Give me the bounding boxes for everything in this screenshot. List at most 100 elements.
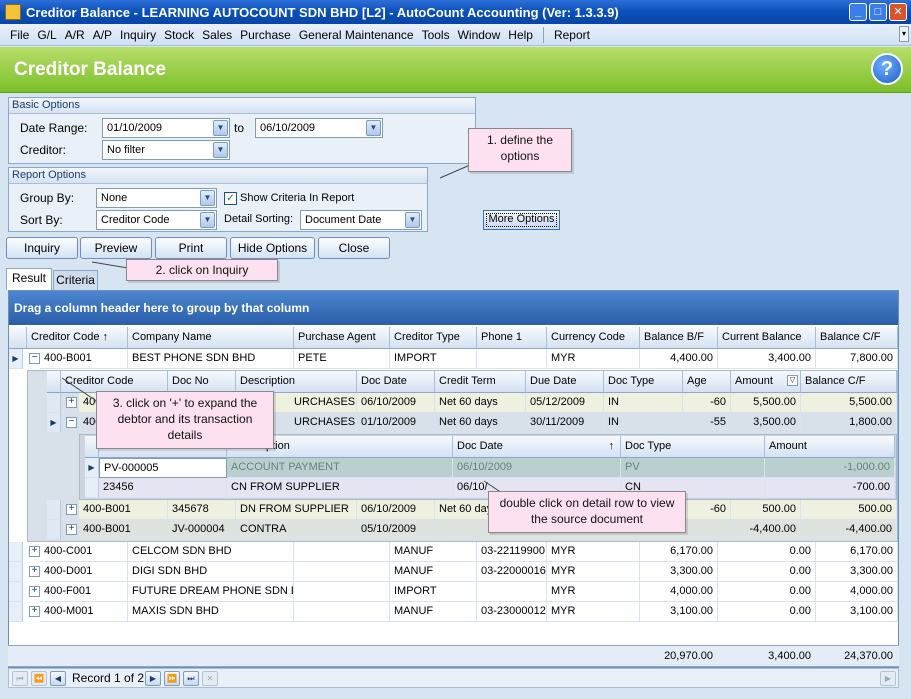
detail-sorting-value: Document Date <box>305 214 382 226</box>
menu-sales[interactable]: Sales <box>198 28 236 42</box>
callout-double-click: double click on detail row to view the s… <box>488 491 686 533</box>
sort-by-select[interactable]: Creditor Code ▼ <box>96 210 217 230</box>
detail-col-doc-type[interactable]: Doc Type <box>604 371 683 393</box>
sub-cell-docno[interactable]: PV-000005 <box>99 458 227 478</box>
expand-icon[interactable]: + <box>29 606 40 617</box>
date-to-field[interactable]: 06/10/2009 ▼ <box>255 118 383 138</box>
row-indicator <box>47 393 61 413</box>
hide-options-button[interactable]: Hide Options <box>230 237 315 259</box>
expand-icon[interactable]: + <box>29 586 40 597</box>
tab-result[interactable]: Result <box>6 268 52 290</box>
col-company-name[interactable]: Company Name <box>128 327 294 349</box>
next-record-icon[interactable]: ▶ <box>145 671 161 686</box>
detail-cell-docno: 345678 <box>168 500 236 520</box>
chevron-down-icon[interactable]: ▼ <box>213 142 228 158</box>
detail-cell-term: Net 60 days <box>435 393 526 413</box>
cell-creditor-type: IMPORT <box>390 582 477 602</box>
cancel-edit-icon[interactable]: ✕ <box>202 671 218 686</box>
menu-file[interactable]: File <box>6 28 33 42</box>
minimize-button[interactable]: _ <box>849 3 867 21</box>
help-icon[interactable]: ? <box>871 53 903 85</box>
chevron-down-icon[interactable]: ▼ <box>366 120 381 136</box>
col-creditor-code[interactable]: Creditor Code ↑ <box>27 327 128 349</box>
expand-icon[interactable]: + <box>66 397 77 408</box>
cell-creditor-type: MANUF <box>390 602 477 622</box>
menu-help[interactable]: Help <box>504 28 537 42</box>
menu-tools[interactable]: Tools <box>418 28 454 42</box>
sub-col-doc-date-label: Doc Date <box>457 440 503 452</box>
tab-criteria[interactable]: Criteria <box>53 270 98 290</box>
detail-col-doc-date[interactable]: Doc Date <box>357 371 435 393</box>
cell-phone <box>477 582 547 602</box>
detail-col-balance-cf[interactable]: Balance C/F <box>801 371 897 393</box>
cell-company-name: BEST PHONE SDN BHD <box>128 349 294 369</box>
group-by-area[interactable]: Drag a column header here to group by th… <box>9 291 898 325</box>
menu-report[interactable]: Report <box>550 28 594 42</box>
menu-ap[interactable]: A/P <box>89 28 116 42</box>
col-purchase-agent[interactable]: Purchase Agent <box>294 327 390 349</box>
detail-cell-date: 06/10/2009 <box>357 500 435 520</box>
last-record-icon[interactable]: ⏭ <box>183 671 199 686</box>
col-balance-cf[interactable]: Balance C/F <box>816 327 898 349</box>
app-icon <box>5 4 21 20</box>
sub-col-doc-date[interactable]: Doc Date ↑ <box>453 436 621 458</box>
menu-ar[interactable]: A/R <box>61 28 89 42</box>
collapse-icon[interactable]: − <box>29 353 40 364</box>
detail-col-amount[interactable]: Amount ▽ <box>731 371 801 393</box>
col-current-balance[interactable]: Current Balance <box>718 327 816 349</box>
collapse-icon[interactable]: − <box>66 417 77 428</box>
col-balance-bf[interactable]: Balance B/F <box>640 327 718 349</box>
inquiry-button[interactable]: Inquiry <box>6 237 78 259</box>
expand-icon[interactable]: + <box>29 546 40 557</box>
detail-col-doc-no[interactable]: Doc No <box>168 371 236 393</box>
detail-cell-type: IN <box>604 413 683 433</box>
filter-icon[interactable]: ▽ <box>787 375 798 386</box>
detail-cell-age: -60 <box>683 393 731 413</box>
prev-page-icon[interactable]: ⏪ <box>31 671 47 686</box>
cell-company-name: CELCOM SDN BHD <box>128 542 294 562</box>
close-window-button[interactable]: ✕ <box>889 3 907 21</box>
menu-inquiry[interactable]: Inquiry <box>116 28 160 42</box>
menu-chevron-icon[interactable]: ▾ <box>899 26 909 42</box>
show-criteria-checkbox[interactable]: ✓ <box>224 192 237 205</box>
first-record-icon[interactable]: ⏮ <box>12 671 28 686</box>
menu-general-maintenance[interactable]: General Maintenance <box>295 28 418 42</box>
preview-button[interactable]: Preview <box>80 237 152 259</box>
chevron-down-icon[interactable]: ▼ <box>200 190 215 206</box>
close-button[interactable]: Close <box>318 237 390 259</box>
creditor-filter-select[interactable]: No filter ▼ <box>102 140 230 160</box>
detail-col-creditor-code[interactable]: Creditor Code <box>61 371 168 393</box>
col-creditor-type[interactable]: Creditor Type <box>390 327 477 349</box>
detail-col-amount-label: Amount <box>735 375 773 387</box>
menu-purchase[interactable]: Purchase <box>236 28 295 42</box>
maximize-button[interactable]: □ <box>869 3 887 21</box>
col-currency-code[interactable]: Currency Code <box>547 327 640 349</box>
more-options-button[interactable]: More Options <box>483 210 560 230</box>
col-phone-1[interactable]: Phone 1 <box>477 327 547 349</box>
sub-col-amount[interactable]: Amount <box>765 436 895 458</box>
menu-stock[interactable]: Stock <box>160 28 198 42</box>
expand-icon[interactable]: + <box>66 524 77 535</box>
expand-icon[interactable]: + <box>29 566 40 577</box>
chevron-down-icon[interactable]: ▼ <box>405 212 420 228</box>
expand-icon[interactable]: + <box>66 504 77 515</box>
next-page-icon[interactable]: ⏩ <box>164 671 180 686</box>
detail-sorting-select[interactable]: Document Date ▼ <box>300 210 422 230</box>
print-button[interactable]: Print <box>155 237 227 259</box>
chevron-down-icon[interactable]: ▼ <box>200 212 215 228</box>
chevron-down-icon[interactable]: ▼ <box>213 120 228 136</box>
record-navigator: ⏮ ⏪ ◀ Record 1 of 2 ▶ ⏩ ⏭ ✕ ▶ <box>8 668 899 688</box>
menu-window[interactable]: Window <box>454 28 505 42</box>
result-grid: Drag a column header here to group by th… <box>8 290 899 668</box>
group-by-select[interactable]: None ▼ <box>96 188 217 208</box>
date-from-field[interactable]: 01/10/2009 ▼ <box>102 118 230 138</box>
detail-col-credit-term[interactable]: Credit Term <box>435 371 526 393</box>
detail-col-due-date[interactable]: Due Date <box>526 371 604 393</box>
prev-record-icon[interactable]: ◀ <box>50 671 66 686</box>
detail-cell-due: 05/12/2009 <box>526 393 604 413</box>
sub-col-doc-type[interactable]: Doc Type <box>621 436 765 458</box>
detail-col-description[interactable]: Description <box>236 371 357 393</box>
scroll-right-icon[interactable]: ▶ <box>880 671 896 686</box>
detail-col-age[interactable]: Age <box>683 371 731 393</box>
menu-gl[interactable]: G/L <box>33 28 60 42</box>
